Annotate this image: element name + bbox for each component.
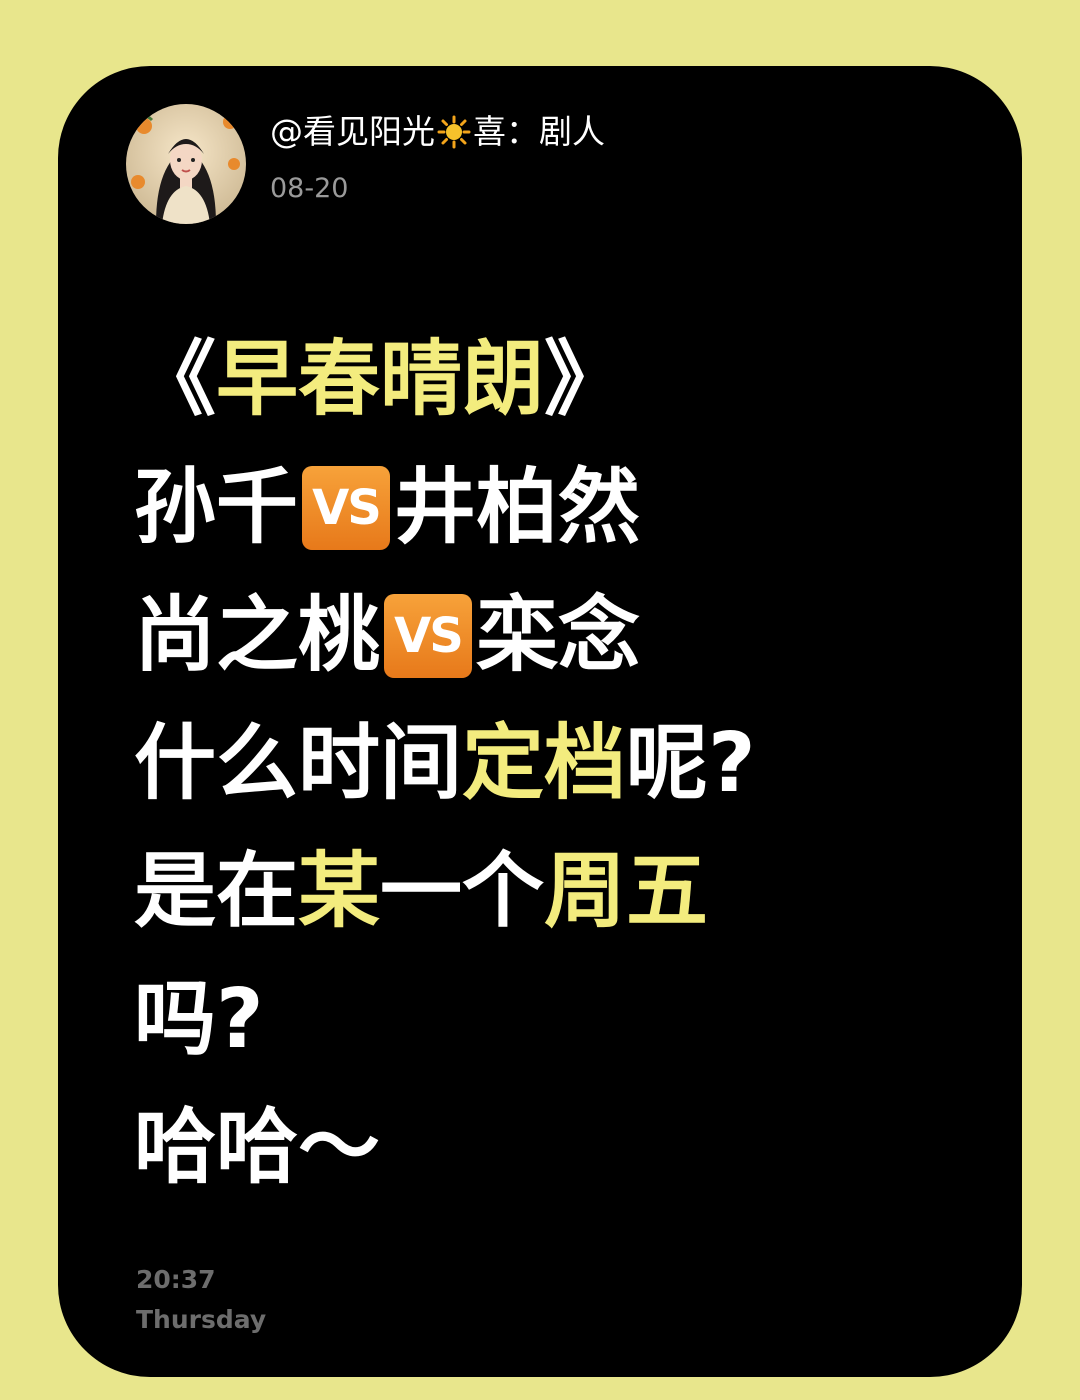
text-segment: 呢?: [626, 716, 756, 811]
vs-badge-icon: VS: [302, 466, 391, 550]
text-segment: 什么时间: [134, 716, 463, 811]
character-left: 尚之桃: [134, 588, 381, 683]
actor-right: 栾念: [476, 588, 641, 683]
content-line-5: 是在 某 一个 周五: [134, 828, 756, 956]
post-date: 08-20: [270, 173, 349, 204]
content-line-7: 哈哈～: [134, 1100, 381, 1195]
highlight-segment: 周五: [544, 844, 709, 939]
post-time: 20:37: [136, 1265, 216, 1294]
sun-icon: [437, 115, 471, 149]
content-line-6: 吗?: [134, 972, 264, 1067]
actor-right: 井柏然: [394, 460, 641, 555]
content-line-2: 孙千 VS 井柏然: [134, 444, 756, 572]
character-left: 孙千: [134, 460, 299, 555]
drama-title: 早春晴朗: [216, 332, 545, 427]
content-line-4: 什么时间 定档 呢?: [134, 700, 756, 828]
text-segment: 一个: [380, 844, 545, 939]
username-prefix: @看见阳光: [270, 112, 435, 151]
highlight-segment: 某: [298, 844, 381, 939]
username-suffix: 喜：剧人: [473, 112, 605, 151]
vs-badge-icon: VS: [384, 594, 473, 678]
content-line-3: 尚之桃 VS 栾念: [134, 572, 756, 700]
content-line-1: 《 早春晴朗 》: [134, 316, 756, 444]
username[interactable]: @看见阳光 喜：剧人: [270, 110, 605, 154]
post-day: Thursday: [136, 1305, 267, 1334]
open-bracket: 《: [134, 332, 217, 427]
close-bracket: 》: [544, 332, 627, 427]
post-content: 《 早春晴朗 》 孙千 VS 井柏然 尚之桃 VS 栾念 什么时间 定档 呢? …: [134, 316, 756, 1212]
avatar[interactable]: [126, 104, 246, 224]
highlight-segment: 定档: [462, 716, 627, 811]
text-segment: 是在: [134, 844, 299, 939]
